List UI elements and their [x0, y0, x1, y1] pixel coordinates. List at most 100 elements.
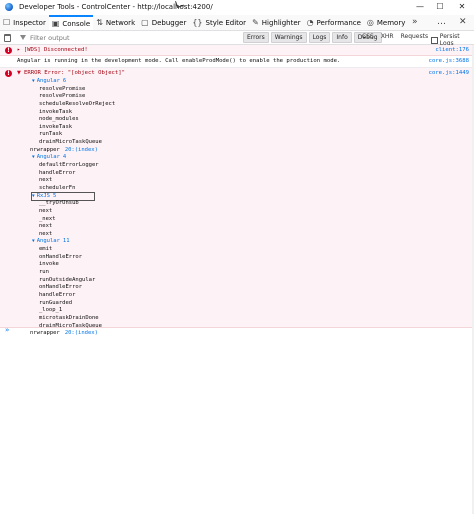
maximize-button[interactable]: ☐	[430, 0, 450, 14]
group-frame-count: 11	[62, 238, 70, 245]
console-prompt-icon: »	[5, 326, 10, 334]
stack-frame[interactable]: next	[39, 223, 115, 231]
devtools-toolbar: ☐ Inspector ▣ Console ⇅ Network ▢ Debugger{} Sty…	[0, 15, 474, 31]
group-frame-count: 6	[62, 78, 67, 84]
tabs-overflow-icon[interactable]: »	[412, 15, 418, 30]
clear-console-icon[interactable]	[4, 33, 11, 42]
tab-network[interactable]: ⇅ Network	[93, 15, 138, 30]
stack-frame[interactable]: invoke	[39, 261, 115, 269]
inspector-icon: ☐	[3, 18, 11, 27]
async-group-title: ▼ RxJS 5	[31, 191, 95, 202]
async-group-header[interactable]: ▼ Angular 6	[32, 78, 115, 86]
filter-errors-button[interactable]: Errors	[243, 32, 269, 43]
filter-logs-button[interactable]: Logs	[308, 32, 331, 43]
stack-frame[interactable]: drainMicroTaskQueue	[39, 139, 115, 147]
stack-frame[interactable]: resolvePromise	[39, 93, 115, 101]
stack-frame[interactable]: emit	[39, 246, 115, 254]
console-message-error[interactable]: ! ▼ ERROR Error: "[object Object]" core.…	[0, 68, 474, 336]
stack-frame[interactable]: handleError	[39, 170, 115, 178]
window-titlebar: Developer Tools - ControlCenter - http:/…	[0, 0, 474, 14]
stack-frame[interactable]: onHandleError	[39, 254, 115, 262]
stack-frame[interactable]: runTask	[39, 131, 115, 139]
message-text: Angular is running in the development mo…	[17, 58, 341, 64]
close-devtools-icon[interactable]: ✕	[459, 15, 467, 30]
async-group-header[interactable]: ▼ Angular 11	[32, 238, 115, 246]
group-label: Angular	[36, 154, 60, 161]
highlighter-icon: ✎	[252, 18, 259, 27]
stack-frame[interactable]: invokeTask	[39, 109, 115, 117]
frame-function: nrwrapper	[30, 146, 60, 153]
console-input-row[interactable]: »	[0, 326, 474, 336]
stack-frame[interactable]: onHandleError	[39, 284, 115, 292]
message-location-link[interactable]: core.js:3688	[429, 57, 469, 65]
tab-label: Console	[62, 19, 91, 28]
async-group-title: ▼ Angular 6	[32, 78, 66, 84]
stack-frame[interactable]: handleError	[39, 292, 115, 300]
message-text: ▸ [WDS] Disconnected!	[17, 47, 88, 53]
tab-performance[interactable]: ◔ Performance	[304, 15, 364, 30]
stack-frame[interactable]: microtaskDrainDone	[39, 315, 115, 323]
stack-frame[interactable]: __tryOrUnsub	[39, 200, 115, 208]
tab-style-editor[interactable]: {} Style Editor	[189, 15, 249, 30]
async-group-header[interactable]: ▼ Angular 4	[32, 154, 115, 162]
frame-location-link[interactable]: 20:(index)	[65, 147, 98, 153]
collapse-toggle-icon[interactable]: ▼	[32, 238, 35, 246]
request-type-filters: CSS XHR Requests	[362, 33, 435, 40]
group-label: Angular	[36, 78, 60, 84]
stack-frame[interactable]: runGuarded	[39, 300, 115, 308]
stack-frame[interactable]: nrwrapper 20:(index)	[30, 147, 115, 155]
tab-label: Memory	[376, 18, 406, 27]
collapse-toggle-icon[interactable]: ▼	[32, 193, 35, 201]
stack-frame[interactable]: next	[39, 177, 115, 185]
tab-debugger[interactable]: ▢ Debugger	[138, 15, 189, 30]
expand-toggle-icon[interactable]: ▼	[17, 70, 21, 76]
stack-frame[interactable]: defaultErrorLogger	[39, 162, 115, 170]
group-frame-count: 4	[62, 154, 67, 161]
stack-frame[interactable]: schedulerFn	[39, 185, 115, 193]
filter-icon	[20, 35, 26, 40]
stack-frame[interactable]: resolvePromise	[39, 86, 115, 94]
memory-icon: ◎	[366, 18, 374, 27]
stack-frame[interactable]: next	[39, 208, 115, 216]
console-icon: ▣	[51, 19, 60, 28]
filter-info-button[interactable]: Info	[332, 32, 352, 43]
stack-frame[interactable]: _next	[39, 216, 115, 224]
error-icon: !	[5, 70, 12, 77]
console-output: ! ▸ [WDS] Disconnected! client:176 Angul…	[0, 45, 474, 336]
filter-xhr-button[interactable]: XHR	[381, 33, 394, 40]
tab-label: Style Editor	[205, 18, 247, 27]
tab-memory[interactable]: ◎ Memory	[364, 15, 408, 30]
filter-output-input[interactable]	[30, 32, 220, 43]
style-editor-icon: {}	[192, 18, 203, 27]
message-location-link[interactable]: client:176	[435, 46, 469, 54]
async-group-title: ▼ Angular 11	[32, 238, 70, 244]
persist-logs-checkbox[interactable]	[431, 36, 438, 44]
filter-requests-button[interactable]: Requests	[401, 33, 429, 40]
async-group-title: ▼ Angular 4	[32, 154, 66, 160]
stack-frame[interactable]: invokeTask	[39, 124, 115, 132]
async-group-header[interactable]: ▼ RxJS 5	[31, 191, 115, 202]
stack-frame[interactable]: scheduleResolveOrReject	[39, 101, 115, 109]
stack-frame[interactable]: runOutsideAngular	[39, 277, 115, 285]
tab-highlighter[interactable]: ✎ Highlighter	[249, 15, 304, 30]
tab-console[interactable]: ▣ Console	[48, 15, 94, 30]
options-menu-icon[interactable]: …	[437, 15, 446, 30]
collapse-toggle-icon[interactable]: ▼	[32, 154, 35, 162]
minimize-button[interactable]: —	[410, 0, 430, 14]
filter-css-button[interactable]: CSS	[362, 33, 374, 40]
collapse-toggle-icon[interactable]: ▼	[32, 78, 35, 86]
stack-frame[interactable]: node_modules	[39, 116, 115, 124]
performance-icon: ◔	[306, 18, 314, 27]
close-window-button[interactable]: ✕	[452, 0, 472, 14]
firefox-devtools-icon	[5, 3, 13, 11]
stack-frame[interactable]: next	[39, 231, 115, 239]
group-label: Angular	[36, 238, 60, 245]
message-location-link[interactable]: core.js:1449	[429, 69, 469, 77]
stack-frame[interactable]: run	[39, 269, 115, 277]
tab-inspector[interactable]: ☐ Inspector	[0, 15, 49, 30]
console-filter-bar: ErrorsWarningsLogsInfoDebug CSSXHRReques…	[0, 31, 474, 47]
stack-frame[interactable]: _loop_1	[39, 307, 115, 315]
console-message-wds[interactable]: ! ▸ [WDS] Disconnected! client:176	[0, 45, 474, 56]
filter-warnings-button[interactable]: Warnings	[270, 32, 307, 43]
group-label: RxJS	[36, 192, 50, 199]
